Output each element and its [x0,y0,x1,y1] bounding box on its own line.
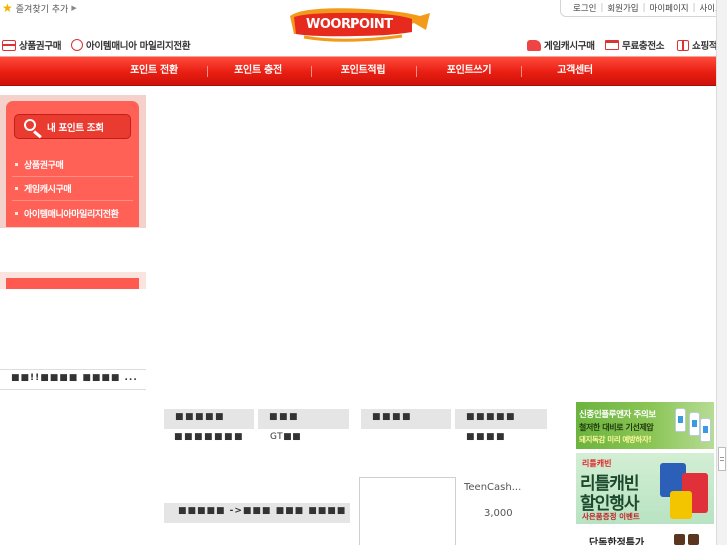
menu-point-use[interactable]: 포인트쓰기 [446,57,492,85]
subnav-label: 상품권구매 [19,41,62,52]
little-cabin-banner[interactable]: 리틀캐빈 리틀캐빈 할인행사 사은품증정 이벤트 [576,453,714,524]
hand-icon [527,39,541,51]
subnav-item-gamecash[interactable]: 게임캐시구매 [527,37,595,53]
favorite-add-label: 즐겨찾기 추가 [15,4,69,15]
sidebar: 내 포인트 조회 상품권구매 게임캐시구매 아이템매니아마일리지전환 [6,101,139,227]
scrollbar-thumb[interactable] [718,447,726,471]
menu-customer-center[interactable]: 고객센터 [555,57,595,85]
bottle-icon [700,418,711,442]
coin-icon [71,39,83,51]
flu-banner-line1: 신종인플루엔자 주의보 [579,410,656,420]
content-subtext: ■■■■■■■ [174,432,245,442]
chocolate-icon [674,534,685,545]
logo-word-woori: WOORI [306,17,355,32]
flu-banner[interactable]: 신종인플루엔자 주의보 철저한 대비로 기선제압 돼지독감 미리 예방하자! [576,402,714,449]
cart-icon [605,40,619,50]
star-icon: ★ [2,1,13,15]
content-subtext: ■■■■ [466,432,507,442]
sidebar-banner-strip [0,272,146,289]
sidebar-item-gamecash[interactable]: 게임캐시구매 [12,177,133,201]
content-subtext: GT■■ [270,432,302,442]
content-block-wide[interactable]: ■■■■■ ->■■■ ■■■ ■■■■ [164,503,350,523]
magnifier-icon [19,116,47,138]
subnav-item-shopping[interactable]: 쇼핑적 [677,37,718,53]
subnav-label: 쇼핑적 [692,41,718,52]
subnav-label: 게임캐시구매 [544,41,595,52]
content-block[interactable]: ■■■■■ [164,409,254,429]
subnav-item-mileage[interactable]: 아이템매니아 마일리지전환 [71,37,191,53]
site-logo[interactable]: WOORI POINT [284,4,434,48]
content-block[interactable]: ■■■■ [361,409,451,429]
login-link[interactable]: 로그인 [573,2,596,14]
menu-point-charge[interactable]: 포인트 충전 [233,57,283,85]
flu-banner-line3: 돼지독감 미리 예방하자! [579,435,652,444]
special-deal-label[interactable]: 단독한정특가 [589,534,644,545]
signup-link[interactable]: 회원가입 [607,2,638,14]
little-cabin-subtitle: 사은품증정 이벤트 [582,512,640,521]
gift-icon [677,39,689,51]
product-thumbnail[interactable] [359,477,456,545]
sidebar-item-giftcard[interactable]: 상품권구매 [12,153,133,177]
chocolate-icon [688,534,699,545]
product-name[interactable]: TeenCash... [464,482,521,493]
content-block[interactable]: ■■■■■ [455,409,547,429]
bottle-icon [689,412,700,436]
menu-point-convert[interactable]: 포인트 전환 [129,57,179,85]
sidebar-item-mileage[interactable]: 아이템매니아마일리지전환 [12,201,133,225]
notice-line[interactable]: ■■!!■■■■ ■■■■ ... [0,369,146,390]
caret-right-icon: ▶ [71,4,77,12]
card-icon [2,39,16,51]
util-links: 로그인 | 회원가입 | 마이페이지 | 사이트맵 [560,0,727,17]
bullet-icon [15,211,18,215]
bottle-icon [675,408,686,432]
bullet-icon [15,163,18,166]
product-price: 3,000 [484,508,513,519]
little-cabin-tag: 리틀캐빈 [582,459,612,468]
logo-word-point: POINT [350,17,393,32]
subnav-label: 아이템매니아 마일리지전환 [86,41,191,52]
menu-point-earn[interactable]: 포인트적립 [339,57,387,85]
subnav-item-freecharge[interactable]: 무료충전소 [605,37,665,53]
sidebar-menu: 상품권구매 게임캐시구매 아이템매니아마일리지전환 [12,153,133,225]
my-point-lookup-button[interactable]: 내 포인트 조회 [14,114,131,139]
flu-banner-line2: 철저한 대비로 기선제압 [579,423,654,432]
content-block[interactable]: ■■■ [258,409,349,429]
subnav-item-giftcard[interactable]: 상품권구매 [2,37,62,53]
bullet-icon [15,187,18,190]
subnav-label: 무료충전소 [622,41,665,52]
mypage-link[interactable]: 마이페이지 [650,2,689,14]
page-scrollbar[interactable] [716,0,727,545]
my-point-lookup-label: 내 포인트 조회 [47,122,104,134]
bag-icon [670,491,692,519]
main-menu: 포인트 전환 포인트 충전 포인트적립 포인트쓰기 고객센터 [0,56,727,86]
favorite-add-link[interactable]: ★ 즐겨찾기 추가 ▶ [2,1,77,15]
